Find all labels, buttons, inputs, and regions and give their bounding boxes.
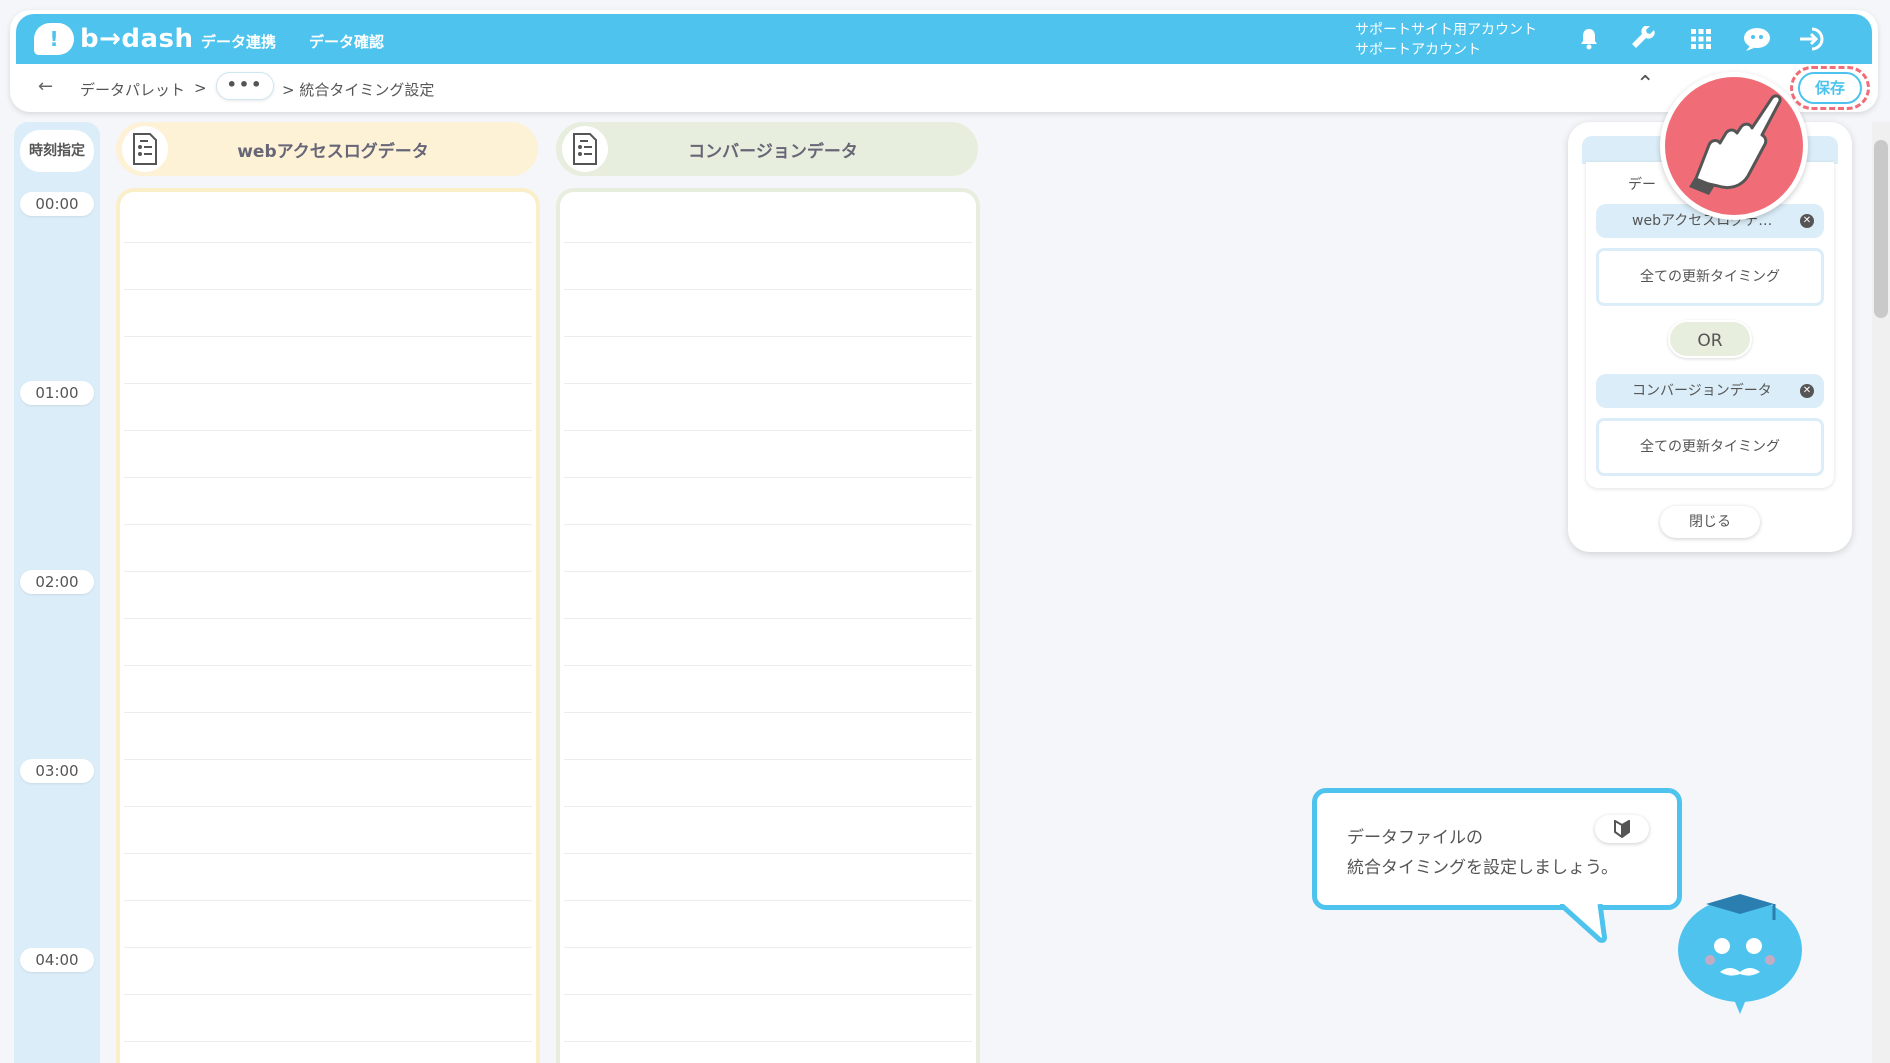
account-user: サポートアカウント [1355,42,1481,58]
hand-pointer-icon [1660,72,1808,220]
column-body-web-access[interactable] [116,188,540,1063]
panel-subtitle: デー [1628,177,1656,193]
logo-text: b→dash [80,24,194,54]
or-operator[interactable]: OR [1668,320,1752,358]
bubble-tail [1560,904,1607,943]
column-title: webアクセスログデータ [237,141,429,162]
time-label: 04:00 [20,948,94,972]
nav-data-check[interactable]: データ確認 [309,31,384,52]
account-org: サポートサイト用アカウント [1355,22,1537,38]
timing-select[interactable]: 全ての更新タイミング [1596,418,1824,476]
sub-header: ← データパレット > ••• > 統合タイミング設定 ⌃ [16,64,1872,112]
chevron-up-icon[interactable]: ⌃ [1636,72,1654,97]
scrollbar-thumb[interactable] [1874,140,1888,318]
remove-tag-icon[interactable]: ✕ [1800,384,1814,398]
account-info[interactable]: サポートサイト用アカウント サポートアカウント [1355,20,1537,60]
logout-icon[interactable] [1798,24,1828,54]
time-label: 00:00 [20,192,94,216]
remove-tag-icon[interactable]: ✕ [1800,214,1814,228]
mascot-character-icon [1678,894,1802,1014]
column-body-conversion[interactable] [556,188,980,1063]
bell-icon[interactable] [1574,24,1604,54]
tutorial-line2: 統合タイミングを設定しましょう。 [1347,858,1618,878]
chat-icon[interactable] [1742,24,1772,54]
time-label: 02:00 [20,570,94,594]
tag-label: コンバージョンデータ [1632,383,1772,399]
tutorial-bubble: データファイルの 統合タイミングを設定しましょう。 [1312,788,1682,910]
breadcrumb-root[interactable]: データパレット [80,79,185,100]
tutorial-line1: データファイルの [1347,828,1483,848]
grid-icon[interactable] [1686,24,1716,54]
brand-logo[interactable]: ! b→dash [34,22,194,56]
close-button[interactable]: 閉じる [1660,506,1760,538]
document-icon [562,126,608,172]
column-title: コンバージョンデータ [688,141,858,162]
data-tag-conversion[interactable]: コンバージョンデータ ✕ [1596,374,1824,408]
document-icon [122,126,168,172]
time-column-header[interactable]: 時刻指定 [20,130,94,172]
breadcrumb-separator: > [194,79,207,97]
column-header-web-access[interactable]: webアクセスログデータ [116,122,538,176]
nav-data-integration[interactable]: データ連携 [201,31,276,52]
time-label: 03:00 [20,759,94,783]
back-arrow-icon[interactable]: ← [38,76,53,97]
top-header: ! b→dash データ連携 データ確認 サポートサイト用アカウント サポートア… [16,14,1872,64]
timing-select[interactable]: 全ての更新タイミング [1596,248,1824,306]
beginner-mark-icon[interactable] [1595,815,1649,843]
breadcrumb-ellipsis[interactable]: ••• [216,72,274,100]
time-label: 01:00 [20,381,94,405]
tutorial-text: データファイルの 統合タイミングを設定しましょう。 [1347,823,1618,883]
time-column: 時刻指定 00:00 01:00 02:00 03:00 04:00 [14,122,100,1063]
wrench-icon[interactable] [1630,24,1660,54]
breadcrumb-current: > 統合タイミング設定 [282,81,435,99]
save-button[interactable]: 保存 [1798,72,1862,104]
column-header-conversion[interactable]: コンバージョンデータ [556,122,978,176]
logo-bubble-icon: ! [34,23,74,55]
